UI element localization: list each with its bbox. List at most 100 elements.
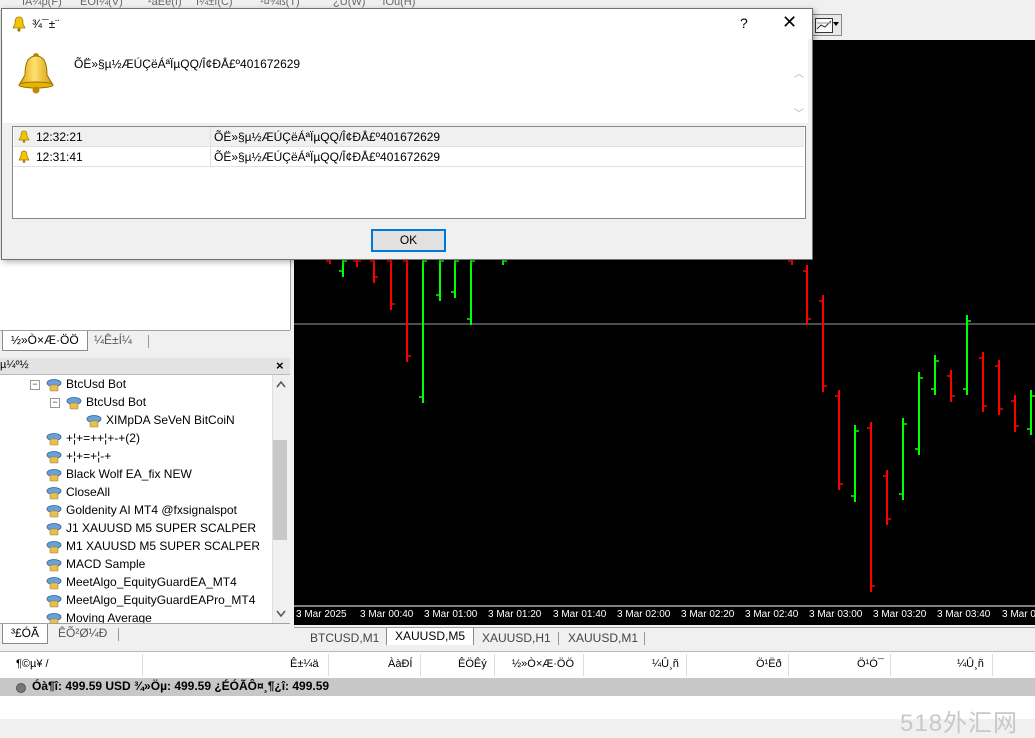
ohlc-bar [883,470,891,525]
expert-advisor-icon [46,432,62,446]
ohlc-bar [1027,390,1035,435]
alert-text: ÕË»§µ½ÆÚÇëÁªÏµQQ/Î¢ÐÅ£º401672629 [214,150,441,164]
menu-tools[interactable]: ¹¤¾ß(T) [260,0,300,8]
navigator-item-label: BtcUsd Bot [86,395,147,409]
list-item[interactable]: 12:31:41 ÕË»§µ½ÆÚÇëÁªÏµQQ/Î¢ÐÅ£º40167262… [14,147,804,167]
chevron-down-icon [833,22,839,26]
col-stoploss[interactable]: Ö¹Ëð [756,658,782,670]
menu-insert[interactable]: ²åÈë(I) [148,0,182,8]
navigator-item[interactable]: Goldenity AI MT4 @fxsignalspot [46,501,237,519]
x-tick-label: 3 Mar 02:40 [745,609,799,620]
dialog-titlebar [2,9,812,39]
col-order[interactable]: ¶©µ¥ / [16,658,49,670]
menu-help[interactable]: °ïÖú(H) [378,0,415,8]
navigator-item[interactable]: BtcUsd Bot [66,393,146,411]
ohlc-bar [403,255,411,362]
navigator-scroll-thumb[interactable] [273,440,287,540]
close-button[interactable]: ✕ [782,12,797,33]
col-type[interactable]: ÀàÐÍ [388,658,412,670]
navigator-item[interactable]: CloseAll [46,483,110,501]
navigator-close-button[interactable]: × [276,358,284,373]
navigator-item[interactable]: XIMpDA SeVeN BitCoiN [86,411,235,429]
expert-advisor-icon [46,378,62,392]
navigator-item-label: Black Wolf EA_fix NEW [66,467,192,481]
tree-expander-icon[interactable]: − [30,380,40,390]
expert-advisor-icon [66,396,82,410]
navigator-item[interactable]: BtcUsd Bot [46,375,126,393]
column-separator [788,654,789,676]
expert-advisor-icon [46,540,62,554]
ohlc-bar [835,390,843,490]
expert-advisor-icon [46,504,62,518]
col-symbol[interactable]: ½»Ò×Æ·ÖÖ [512,658,574,670]
x-tick-label: 3 Mar 00:40 [360,609,414,620]
navigator-item[interactable]: MACD Sample [46,555,145,573]
col-time[interactable]: Ê±¼ä [290,658,319,670]
ohlc-bar [899,418,907,500]
tab-symbols[interactable]: ½»Ò×Æ·ÖÖ [2,331,88,351]
navigator-item[interactable]: +¦+=+¦-+ [46,447,111,465]
navigator-item-label: Goldenity AI MT4 @fxsignalspot [66,503,237,517]
navigator-item[interactable]: MeetAlgo_EquityGuardEAPro_MT4 [46,591,255,609]
navigator-item-label: MeetAlgo_EquityGuardEA_MT4 [66,575,237,589]
tab-common[interactable]: ³£ÓÃ [2,624,49,644]
navigator-item-label: XIMpDA SeVeN BitCoiN [106,413,235,427]
scroll-up-icon[interactable]: ︿ [794,65,804,80]
scroll-down-icon[interactable]: ﹀ [794,105,804,120]
navigator-item[interactable]: MeetAlgo_EquityGuardEA_MT4 [46,573,237,591]
menu-charts[interactable]: Í¼±í(C) [196,0,233,8]
alert-time: 12:32:21 [36,130,83,144]
message-area [3,39,808,123]
col-current-price[interactable]: ¼Û¸ñ [957,658,984,670]
menu-file[interactable]: ÎÄ¼þ(F) [22,0,62,8]
navigator-item-label: +¦+=++¦+-+(2) [66,431,140,445]
x-tick-label: 3 Mar 01:40 [553,609,607,620]
menu-window[interactable]: ´°¿Ú(W) [325,0,365,8]
bell-icon [18,150,30,163]
column-separator [494,654,495,676]
chart-template-button[interactable] [812,14,842,36]
alert-history-list: 12:32:21 ÕË»§µ½ÆÚÇëÁªÏµQQ/Î¢ÐÅ£º40167262… [12,126,806,219]
ohlc-bar [931,355,939,395]
navigator-tabs: ³£ÓÃ ÊÕ²Ø¼Ð [0,623,290,646]
expert-advisor-icon [46,558,62,572]
column-separator [142,654,143,676]
expert-advisor-icon [46,486,62,500]
navigator-item[interactable]: Moving Average [46,609,152,623]
navigator-item-label: J1 XAUUSD M5 SUPER SCALPER [66,521,257,535]
x-tick-label: 3 Mar 03:40 [937,609,991,620]
col-takeprofit[interactable]: Ö¹Ó¯ [857,658,884,670]
navigator-item[interactable]: Black Wolf EA_fix NEW [46,465,192,483]
column-separator [420,654,421,676]
balance-icon [16,683,26,693]
navigator-item-label: +¦+=+¦-+ [66,449,112,463]
list-item[interactable]: 12:32:21 ÕË»§µ½ÆÚÇëÁªÏµQQ/Î¢ÐÅ£º40167262… [14,127,804,147]
menu-view[interactable]: ÊÓÍ¼(V) [80,0,123,8]
market-watch-panel [0,258,291,330]
ohlc-bar [947,370,955,402]
navigator-item[interactable]: +¦+=++¦+-+(2) [46,429,140,447]
ohlc-bar [867,422,875,592]
column-separator [583,654,584,676]
navigator-item[interactable]: J1 XAUUSD M5 SUPER SCALPER [46,519,256,537]
dialog-title: ¾¯±¨ [32,17,60,31]
x-tick-label: 3 Mar 01:20 [488,609,542,620]
expert-advisor-icon [46,450,62,464]
x-tick-label: 3 Mar 02:20 [681,609,735,620]
tab-favorites[interactable]: ÊÕ²Ø¼Ð [50,624,115,643]
expert-advisor-icon [46,576,62,590]
tree-expander-icon[interactable]: − [50,398,60,408]
ok-button[interactable]: OK [371,229,446,252]
ohlc-bar [419,255,427,403]
col-lots[interactable]: ÊÖÊý [458,658,487,670]
navigator-item-label: M1 XAUUSD M5 SUPER SCALPER [66,539,261,553]
navigator-header [0,358,290,375]
large-bell-icon [18,53,54,94]
col-price[interactable]: ¼Û¸ñ [652,658,679,670]
tab-tick-chart[interactable]: ¼Ê±Í¼ [86,331,140,350]
navigator-item[interactable]: M1 XAUUSD M5 SUPER SCALPER [46,537,260,555]
terminal-body [0,696,1035,719]
toolbar [810,10,1035,40]
column-separator [890,654,891,676]
help-button[interactable]: ? [740,15,748,31]
